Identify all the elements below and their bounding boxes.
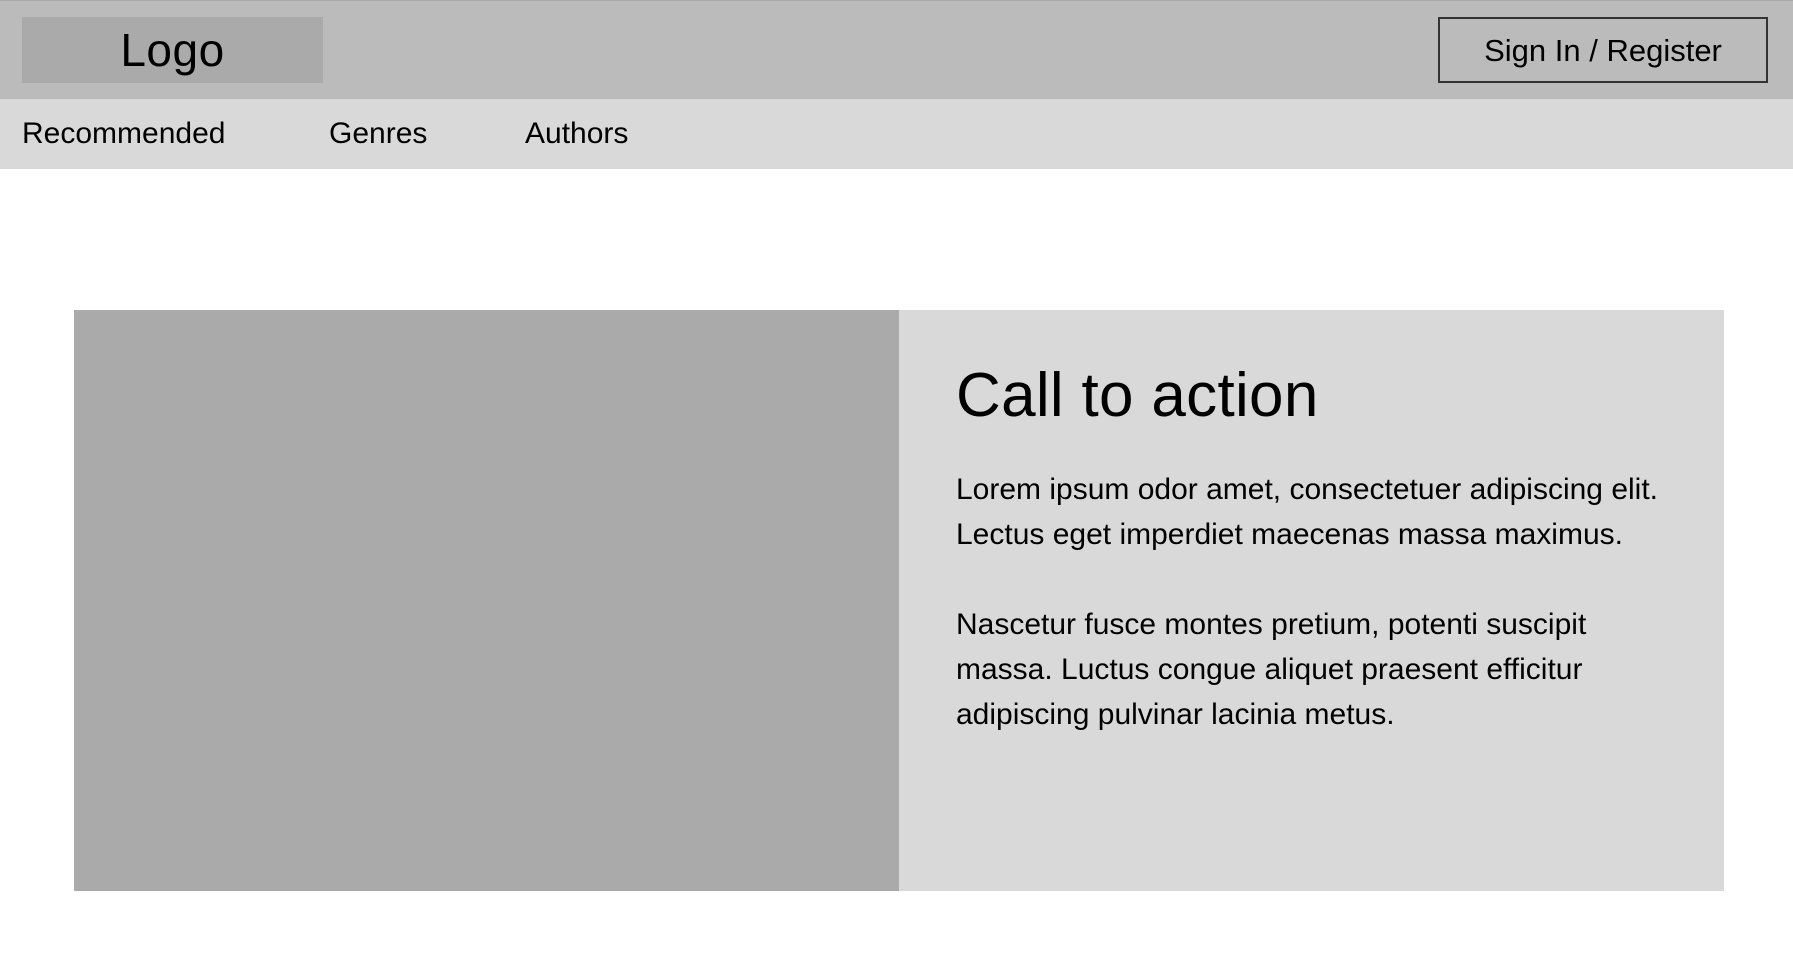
cta-paragraph: Lorem ipsum odor amet, consectetuer adip… bbox=[956, 473, 1659, 551]
nav-item-authors[interactable]: Authors bbox=[525, 99, 628, 169]
hero-text-panel: Call to action Lorem ipsum odor amet, co… bbox=[899, 310, 1724, 891]
main-nav: Recommended Genres Authors bbox=[0, 99, 1793, 169]
nav-item-genres[interactable]: Genres bbox=[329, 99, 427, 169]
site-header: Logo Sign In / Register bbox=[0, 0, 1793, 99]
logo[interactable]: Logo bbox=[22, 17, 323, 83]
cta-paragraph: Nascetur fusce montes pretium, potenti s… bbox=[956, 608, 1587, 731]
hero-section: Call to action Lorem ipsum odor amet, co… bbox=[74, 310, 1724, 891]
nav-item-recommended[interactable]: Recommended bbox=[22, 99, 225, 169]
hero-image-placeholder bbox=[74, 310, 899, 891]
cta-title: Call to action bbox=[956, 361, 1319, 430]
sign-in-register-button[interactable]: Sign In / Register bbox=[1438, 17, 1768, 83]
